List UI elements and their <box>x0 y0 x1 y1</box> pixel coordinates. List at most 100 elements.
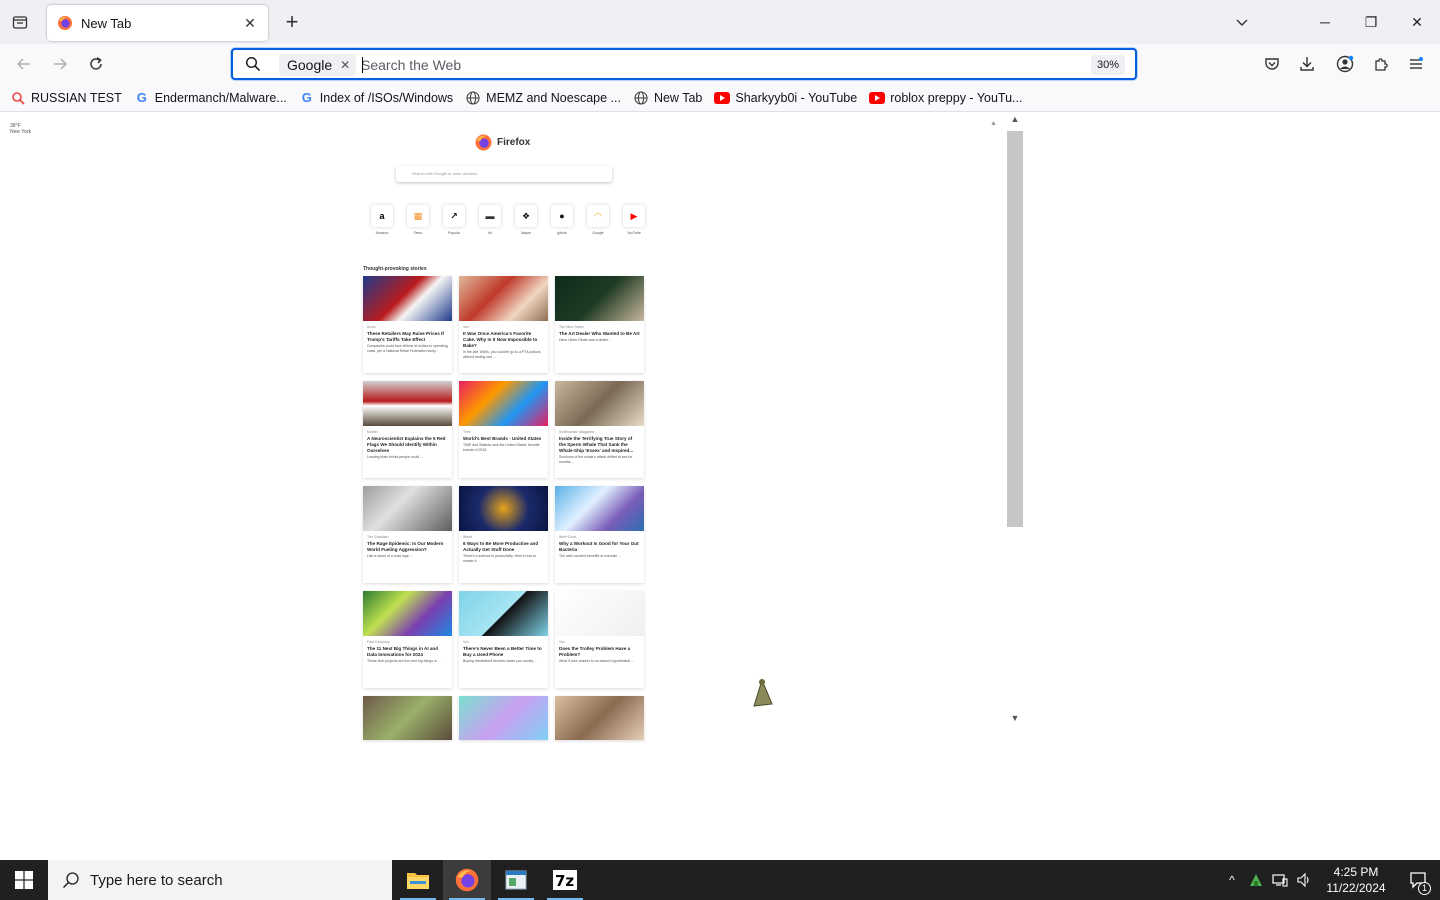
bookmark-roblox-preppy[interactable]: roblox preppy - YouTu... <box>869 90 1022 106</box>
new-tab-button[interactable]: + <box>278 8 306 36</box>
taskbar-search-box[interactable]: Type here to search <box>48 860 392 900</box>
close-window-button[interactable]: ✕ <box>1394 0 1440 44</box>
story-card[interactable]: Mother A Neuroscientist Explains the 5 Re… <box>363 381 452 478</box>
top-site-tile[interactable]: ▦ Temu <box>400 205 436 235</box>
taskbar-app-window[interactable] <box>492 860 540 900</box>
show-hidden-icons-chevron-icon[interactable]: ^ <box>1220 860 1244 900</box>
scrollbar-thumb[interactable] <box>1007 131 1023 527</box>
firefox-view-icon <box>12 16 28 29</box>
downloads-button[interactable] <box>1295 52 1319 76</box>
start-button[interactable] <box>0 860 48 900</box>
story-card[interactable]: The Guardian The Rage Epidemic: Is Our Mo… <box>363 486 452 583</box>
scroll-up-arrow-icon[interactable]: ▲ <box>1008 114 1022 126</box>
firefox-view-button[interactable] <box>6 8 34 36</box>
story-card[interactable]: Vox It Was Once America's Favorite Cake. … <box>459 276 548 373</box>
restore-button[interactable]: ❐ <box>1348 0 1394 44</box>
story-excerpt: What if your answer to an absurd hypothe… <box>559 659 634 663</box>
top-site-tile[interactable]: ◠ Google <box>580 205 616 235</box>
weather-widget[interactable]: 38°F New York <box>10 123 31 135</box>
minimize-button[interactable]: ─ <box>1302 0 1348 44</box>
top-site-tile[interactable]: ▶ YouTube <box>616 205 652 235</box>
story-source: Well+Good <box>559 535 577 539</box>
story-card[interactable]: Time World's Best Brands - United States T… <box>459 381 548 478</box>
story-card[interactable]: Wired 6 Ways to Be More Productive and Ac… <box>459 486 548 583</box>
chevron-down-icon <box>1236 19 1248 26</box>
network-icon[interactable] <box>1268 860 1292 900</box>
story-card[interactable]: Vox There's Never Been a Better Time to B… <box>459 591 548 688</box>
notification-center-button[interactable]: 1 <box>1396 860 1440 900</box>
volume-icon[interactable] <box>1292 860 1316 900</box>
story-card[interactable] <box>363 696 452 740</box>
globe-icon <box>633 90 649 106</box>
scroll-down-arrow-icon[interactable]: ▼ <box>1008 713 1022 725</box>
story-headline: A Neuroscientist Explains the 5 Red Flag… <box>367 436 446 453</box>
top-site-tile[interactable]: a Amazon <box>364 205 400 235</box>
bookmark-endermanch[interactable]: G Endermanch/Malware... <box>134 90 287 106</box>
page-content: 38°F New York Firefox Search with Google… <box>0 113 1440 860</box>
story-source: Wired <box>463 535 473 539</box>
story-image <box>555 276 644 321</box>
tab-new-tab[interactable]: New Tab ✕ <box>47 5 268 41</box>
youtube-icon <box>869 90 886 106</box>
story-excerpt: Survivors of the whale's attack drifted … <box>559 455 633 464</box>
story-excerpt: TIME and Statista rank the United States… <box>463 443 540 452</box>
story-image <box>555 696 644 740</box>
story-card[interactable]: Fast Company The 11 Next Big Things in AI… <box>363 591 452 688</box>
story-headline: 6 Ways to Be More Productive and Actuall… <box>463 541 539 552</box>
app-window-icon <box>505 870 527 890</box>
account-button[interactable] <box>1333 52 1357 76</box>
remove-engine-icon[interactable]: ✕ <box>340 58 350 72</box>
story-card[interactable] <box>459 696 548 740</box>
bookmark-label: Endermanch/Malware... <box>154 90 287 105</box>
back-button[interactable] <box>10 50 38 78</box>
top-site-tile[interactable]: ❖ Jasper <box>508 205 544 235</box>
forward-button[interactable] <box>46 50 74 78</box>
pocket-button[interactable] <box>1260 52 1284 76</box>
bookmark-memz[interactable]: MEMZ and Noescape ... <box>465 90 621 106</box>
firefox-icon <box>58 16 72 30</box>
system-clock[interactable]: 4:25 PM 11/22/2024 <box>1316 864 1396 896</box>
network-status-icon[interactable] <box>1244 860 1268 900</box>
url-input[interactable] <box>361 53 1081 77</box>
top-site-tile[interactable]: ▬ Int <box>472 205 508 235</box>
reload-button[interactable] <box>82 50 110 78</box>
taskbar-file-explorer[interactable] <box>394 860 442 900</box>
top-site-label: Jasper <box>520 231 532 235</box>
address-bar[interactable]: Google ✕ 30% <box>231 48 1137 80</box>
page-scroll-up-icon[interactable]: ▲ <box>990 120 997 127</box>
extensions-button[interactable] <box>1369 52 1393 76</box>
top-site-label: Amazon <box>375 231 389 235</box>
story-card[interactable]: The New Yorker The Art Dealer Who Wanted … <box>555 276 644 373</box>
tab-close-icon[interactable]: ✕ <box>242 15 258 31</box>
search-engine-chip[interactable]: Google ✕ <box>279 54 357 76</box>
story-card[interactable] <box>555 696 644 740</box>
taskbar-firefox[interactable] <box>443 860 491 900</box>
story-excerpt: Like a storm of a road rage ... <box>367 554 413 558</box>
story-image <box>459 591 548 636</box>
bookmark-russian-test[interactable]: RUSSIAN TEST <box>10 90 122 106</box>
story-excerpt: In the late 1960s, you couldn't go to a … <box>463 350 541 359</box>
list-all-tabs-button[interactable] <box>1228 10 1256 34</box>
top-site-icon: ▦ <box>407 205 429 227</box>
top-site-tile[interactable]: ● github <box>544 205 580 235</box>
story-card[interactable]: Well+Good Why a Workout Is Good for Your … <box>555 486 644 583</box>
app-menu-button[interactable] <box>1404 52 1428 76</box>
story-card[interactable]: Smithsonian Magazine Inside the Terrifyin… <box>555 381 644 478</box>
bookmark-label: RUSSIAN TEST <box>31 90 122 105</box>
story-image <box>555 381 644 426</box>
bookmark-sharkyyb0i[interactable]: Sharkyyb0i - YouTube <box>714 90 857 106</box>
zoom-indicator[interactable]: 30% <box>1090 55 1125 75</box>
top-site-icon: a <box>371 205 393 227</box>
new-tab-search-box[interactable]: Search with Google or enter address <box>396 166 612 182</box>
top-site-tile[interactable]: ↗ Popular <box>436 205 472 235</box>
story-card[interactable]: Axios These Retailers May Raise Prices If… <box>363 276 452 373</box>
story-image <box>555 591 644 636</box>
reload-icon <box>90 57 102 70</box>
bookmark-index-isos[interactable]: G Index of /ISOs/Windows <box>299 90 453 106</box>
story-image <box>459 486 548 531</box>
story-card[interactable]: Vox Does the Trolley Problem Have a Probl… <box>555 591 644 688</box>
brand-name: Firefox <box>497 137 531 148</box>
taskbar-7zip[interactable]: 7z <box>541 860 589 900</box>
story-excerpt: Buying refurbished devices saves you mon… <box>463 659 538 663</box>
bookmark-new-tab[interactable]: New Tab <box>633 90 702 106</box>
